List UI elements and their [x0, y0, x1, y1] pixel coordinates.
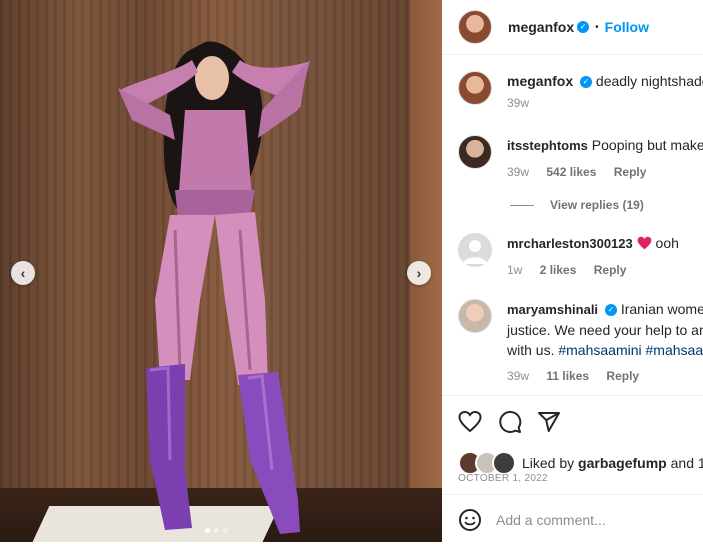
post-side-panel: meganfox ✓ • Follow meganfox ✓ deadly ni…: [442, 0, 703, 542]
reply-button[interactable]: Reply: [606, 369, 639, 383]
carousel-dot: [214, 528, 219, 533]
comment-username[interactable]: itsstephtoms: [507, 138, 588, 153]
liked-by: Liked by garbagefump and 1,9: [458, 451, 703, 475]
caption-time[interactable]: 39w: [507, 96, 529, 110]
heart-icon[interactable]: [458, 410, 482, 434]
avatar[interactable]: [458, 135, 492, 169]
default-avatar-icon: [463, 240, 487, 264]
view-replies-label: View replies (19): [550, 198, 644, 212]
comment-input[interactable]: Add a comment...: [496, 512, 606, 528]
comment-likes[interactable]: 542 likes: [546, 165, 596, 179]
comments-list: meganfox ✓ deadly nightshade 39w itsstep…: [442, 55, 703, 395]
reply-button[interactable]: Reply: [594, 263, 627, 277]
caption-text: deadly nightshade: [595, 73, 703, 89]
verified-icon: ✓: [577, 21, 590, 33]
liked-by-prefix: Liked by: [522, 455, 575, 471]
post-photo: ‹ ›: [0, 0, 442, 542]
avatar[interactable]: [458, 71, 492, 105]
post-actions: Liked by garbagefump and 1,9 OCTOBER 1, …: [442, 395, 703, 543]
chevron-right-icon: ›: [416, 265, 422, 281]
comment-text: ooh: [655, 235, 679, 251]
separator: •: [595, 21, 599, 33]
person-figure: [118, 41, 310, 534]
comment-text: Iranian women: [620, 301, 703, 317]
liked-by-user[interactable]: garbagefump: [578, 455, 667, 471]
header-username[interactable]: meganfox: [508, 19, 574, 35]
caption-username[interactable]: meganfox: [507, 73, 573, 89]
comment-time[interactable]: 39w: [507, 369, 529, 383]
emoji-icon[interactable]: [458, 508, 482, 532]
comment-text-line: justice. We need your help to am: [507, 322, 703, 338]
comment-likes[interactable]: 11 likes: [546, 369, 589, 383]
comment-icon[interactable]: [498, 410, 522, 434]
verified-icon: ✓: [604, 304, 617, 317]
share-icon[interactable]: [537, 410, 561, 434]
avatar[interactable]: [458, 10, 492, 44]
comment-text: Pooping but make: [591, 137, 703, 153]
post-header: meganfox ✓ • Follow: [442, 0, 703, 55]
prev-photo-button[interactable]: ‹: [11, 261, 35, 285]
hashtag-link[interactable]: #mahsaamini: [558, 342, 641, 358]
carousel-dot: [223, 528, 228, 533]
post-date[interactable]: OCTOBER 1, 2022: [458, 473, 548, 484]
hashtag-link[interactable]: #mahsaan: [646, 342, 703, 358]
comment-username[interactable]: maryamshinali: [507, 302, 598, 317]
avatar: [492, 451, 516, 475]
carousel-indicator: [205, 528, 228, 533]
reply-button[interactable]: Reply: [614, 165, 647, 179]
red-heart-emoji-icon: [637, 236, 652, 250]
chevron-left-icon: ‹: [20, 265, 26, 281]
liked-by-suffix[interactable]: and 1,9: [671, 455, 703, 471]
avatar[interactable]: [458, 299, 492, 333]
comment-time[interactable]: 1w: [507, 263, 522, 277]
follow-button[interactable]: Follow: [605, 19, 649, 35]
add-comment-bar: Add a comment...: [442, 494, 703, 544]
divider: [510, 204, 534, 206]
comment-text-line: with us.: [507, 342, 555, 358]
next-photo-button[interactable]: ›: [407, 261, 431, 285]
comment-likes[interactable]: 2 likes: [540, 263, 577, 277]
comment-username[interactable]: mrcharleston300123: [507, 236, 633, 251]
comment-time[interactable]: 39w: [507, 165, 529, 179]
carousel-dot: [205, 528, 210, 533]
verified-icon: ✓: [580, 76, 593, 89]
avatar[interactable]: [458, 233, 492, 267]
view-replies-button[interactable]: View replies (19): [510, 198, 644, 212]
